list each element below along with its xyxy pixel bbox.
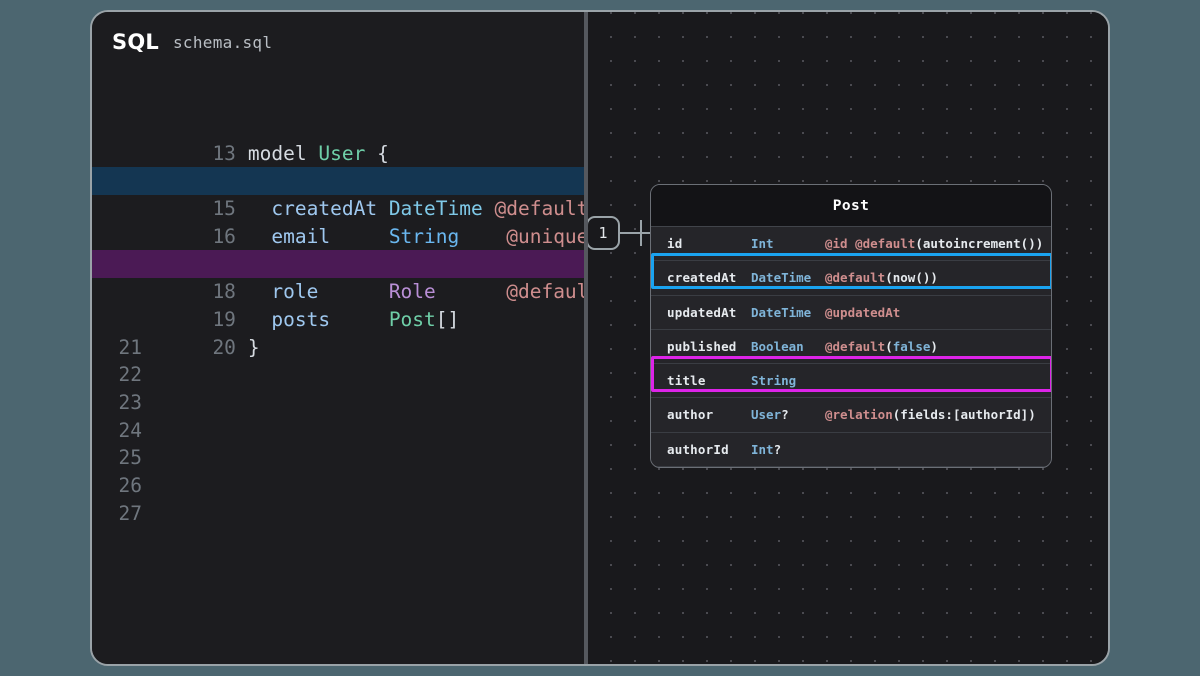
code-line[interactable]: 22 (92, 361, 584, 389)
editor-titlebar: SQL schema.sql (92, 12, 584, 72)
attr-paren-open: ( (885, 270, 893, 285)
field-optional-marker: ? (781, 407, 789, 422)
entity-card-post[interactable]: Post idInt@id @default(autoincrement()) … (650, 184, 1052, 468)
attr-paren-close: ) (930, 339, 938, 354)
line-number: 26 (92, 472, 154, 500)
code-line[interactable]: 16 email String @unique (92, 195, 584, 223)
attr-inner: fields:[authorId] (900, 407, 1028, 422)
code-line[interactable]: 14 id Int @id @default( (92, 140, 584, 168)
code-line[interactable]: 25 (92, 444, 584, 472)
field-type: User? (751, 398, 825, 432)
attr-inner: false (893, 339, 931, 354)
field-type: String (751, 364, 825, 398)
attr-inner: now() (893, 270, 931, 285)
entity-title: Post (651, 185, 1051, 227)
attr-prefix: @id @default (825, 236, 915, 251)
field-optional-marker: ? (774, 442, 782, 457)
code-area[interactable]: 13model User { 14 id Int @id @default( 1… (92, 72, 584, 527)
attr-paren-close: ) (1028, 407, 1036, 422)
code-line[interactable]: 24 (92, 417, 584, 445)
field-type: Boolean (751, 330, 825, 364)
code-line[interactable]: 26 (92, 472, 584, 500)
code-line[interactable]: 13model User { (92, 112, 584, 140)
attr-paren-close: ) (930, 270, 938, 285)
field-type-text: Boolean (751, 339, 804, 354)
field-type-text: String (751, 373, 796, 388)
attr-inner: autoincrement() (923, 236, 1036, 251)
field-type: Int? (751, 433, 825, 467)
entity-field-row[interactable]: createdAtDateTime @default(now()) (651, 261, 1051, 295)
field-type-text: User (751, 407, 781, 422)
line-number: 23 (92, 389, 154, 417)
field-type: Int (751, 227, 825, 261)
file-name-label: schema.sql (173, 33, 272, 52)
line-number: 27 (92, 500, 154, 528)
field-attribute: @default(false) (825, 339, 938, 354)
field-attribute: @relation(fields:[authorId]) (825, 407, 1036, 422)
entity-field-row[interactable]: authorIdInt? (651, 433, 1051, 467)
entity-field-row[interactable]: titleString (651, 364, 1051, 398)
field-type-text: DateTime (751, 270, 811, 285)
entity-field-row[interactable]: updatedAtDateTime @updatedAt (651, 296, 1051, 330)
attr-prefix: @default (825, 270, 885, 285)
code-line-highlighted-product-manager[interactable]: 18 role Role @default(USER (92, 250, 584, 278)
attr-prefix: @relation (825, 407, 893, 422)
entity-field-row[interactable]: publishedBoolean @default(false) (651, 330, 1051, 364)
application-window: SQL schema.sql 13model User { 14 id Int … (90, 10, 1110, 666)
field-name: id (667, 227, 751, 261)
field-attribute: @default(now()) (825, 270, 938, 285)
line-number: 25 (92, 444, 154, 472)
code-line[interactable]: 21 (92, 334, 584, 362)
field-type: DateTime (751, 261, 825, 295)
field-type-text: Int (751, 236, 774, 251)
relation-terminator-icon (640, 220, 642, 246)
line-number: 21 (92, 334, 154, 362)
schema-canvas-pane[interactable]: 1 Post idInt@id @default(autoincrement()… (588, 12, 1108, 664)
field-name: authorId (667, 433, 751, 467)
code-line[interactable]: 19 posts Post[] (92, 278, 584, 306)
code-editor-pane: SQL schema.sql 13model User { 14 id Int … (92, 12, 584, 664)
line-number: 24 (92, 417, 154, 445)
code-line[interactable]: 17 name String? (92, 223, 584, 251)
attr-paren-close: ) (1036, 236, 1044, 251)
field-name: published (667, 330, 751, 364)
attr-prefix: @updatedAt (825, 305, 900, 320)
field-name: createdAt (667, 261, 751, 295)
field-name: author (667, 398, 751, 432)
attr-paren-open: ( (915, 236, 923, 251)
entity-field-row[interactable]: authorUser?@relation(fields:[authorId]) (651, 398, 1051, 432)
field-name: updatedAt (667, 296, 751, 330)
entity-field-row[interactable]: idInt @id @default(autoincrement()) (651, 227, 1051, 261)
code-line[interactable]: 20} (92, 306, 584, 334)
code-line[interactable]: 27 (92, 500, 584, 528)
code-line[interactable]: 23 (92, 389, 584, 417)
attr-prefix: @default (825, 339, 885, 354)
field-type-text: Int (751, 442, 774, 457)
line-number: 22 (92, 361, 154, 389)
field-type-text: DateTime (751, 305, 811, 320)
cardinality-badge[interactable]: 1 (588, 216, 620, 250)
code-line-highlighted-developer[interactable]: 15 createdAt DateTime @default(now( (92, 167, 584, 195)
field-attribute: @updatedAt (825, 305, 900, 320)
field-type: DateTime (751, 296, 825, 330)
field-attribute: @id @default(autoincrement()) (825, 236, 1043, 251)
language-badge: SQL (112, 30, 159, 54)
attr-paren-open: ( (885, 339, 893, 354)
field-name: title (667, 364, 751, 398)
